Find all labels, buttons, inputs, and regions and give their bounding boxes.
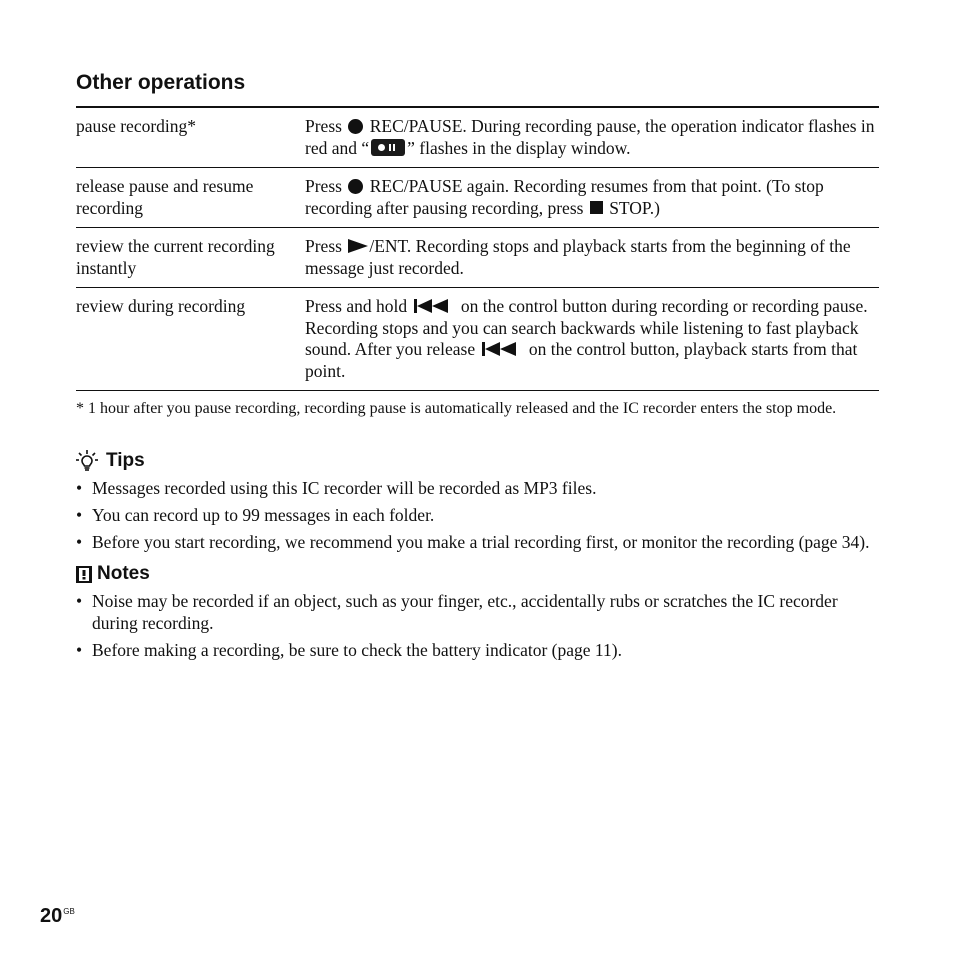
- stop-square-icon: [589, 201, 603, 215]
- rewind-icon: [482, 342, 517, 357]
- notes-list: Noise may be recorded if an object, such…: [76, 590, 879, 661]
- page-number: 20GB: [40, 905, 75, 927]
- table-row: release pause and resume recording Press…: [76, 167, 879, 228]
- description-cell: Press /ENT. Recording stops and playback…: [305, 227, 879, 288]
- lightbulb-icon: [76, 450, 98, 471]
- footnote: * 1 hour after you pause recording, reco…: [76, 400, 837, 417]
- list-item: Before making a recording, be sure to ch…: [76, 639, 879, 661]
- operation-cell: release pause and resume recording: [76, 167, 305, 228]
- operation-cell: review during recording: [76, 287, 305, 391]
- exclamation-box-icon: [76, 565, 92, 583]
- record-dot-icon: [348, 178, 364, 194]
- tips-list: Messages recorded using this IC recorder…: [76, 477, 879, 553]
- list-item: Noise may be recorded if an object, such…: [76, 590, 879, 634]
- section-title: Other operations: [76, 71, 246, 94]
- table-row: pause recording* Press REC/PAUSE. During…: [76, 107, 879, 168]
- description-cell: Press REC/PAUSE. During recording pause,…: [305, 107, 879, 168]
- record-dot-icon: [348, 118, 364, 134]
- play-icon: [348, 239, 369, 254]
- description-cell: Press and hold on the control button dur…: [305, 287, 879, 391]
- manual-page: Other operations pause recording* Press …: [76, 66, 879, 666]
- record-pause-display-icon: [371, 139, 406, 157]
- description-cell: Press REC/PAUSE again. Recording resumes…: [305, 167, 879, 228]
- list-item: You can record up to 99 messages in each…: [76, 504, 879, 526]
- table-row: review during recording Press and hold o…: [76, 287, 879, 391]
- operations-table: pause recording* Press REC/PAUSE. During…: [76, 106, 879, 391]
- list-item: Messages recorded using this IC recorder…: [76, 477, 879, 499]
- table-row: review the current recording instantly P…: [76, 227, 879, 288]
- rewind-icon: [414, 299, 449, 314]
- list-item: Before you start recording, we recommend…: [76, 531, 879, 553]
- tips-heading: Tips: [76, 449, 879, 473]
- notes-heading: Notes: [76, 562, 879, 586]
- page-suffix: GB: [63, 907, 75, 916]
- operation-cell: pause recording*: [76, 107, 305, 168]
- operation-cell: review the current recording instantly: [76, 227, 305, 288]
